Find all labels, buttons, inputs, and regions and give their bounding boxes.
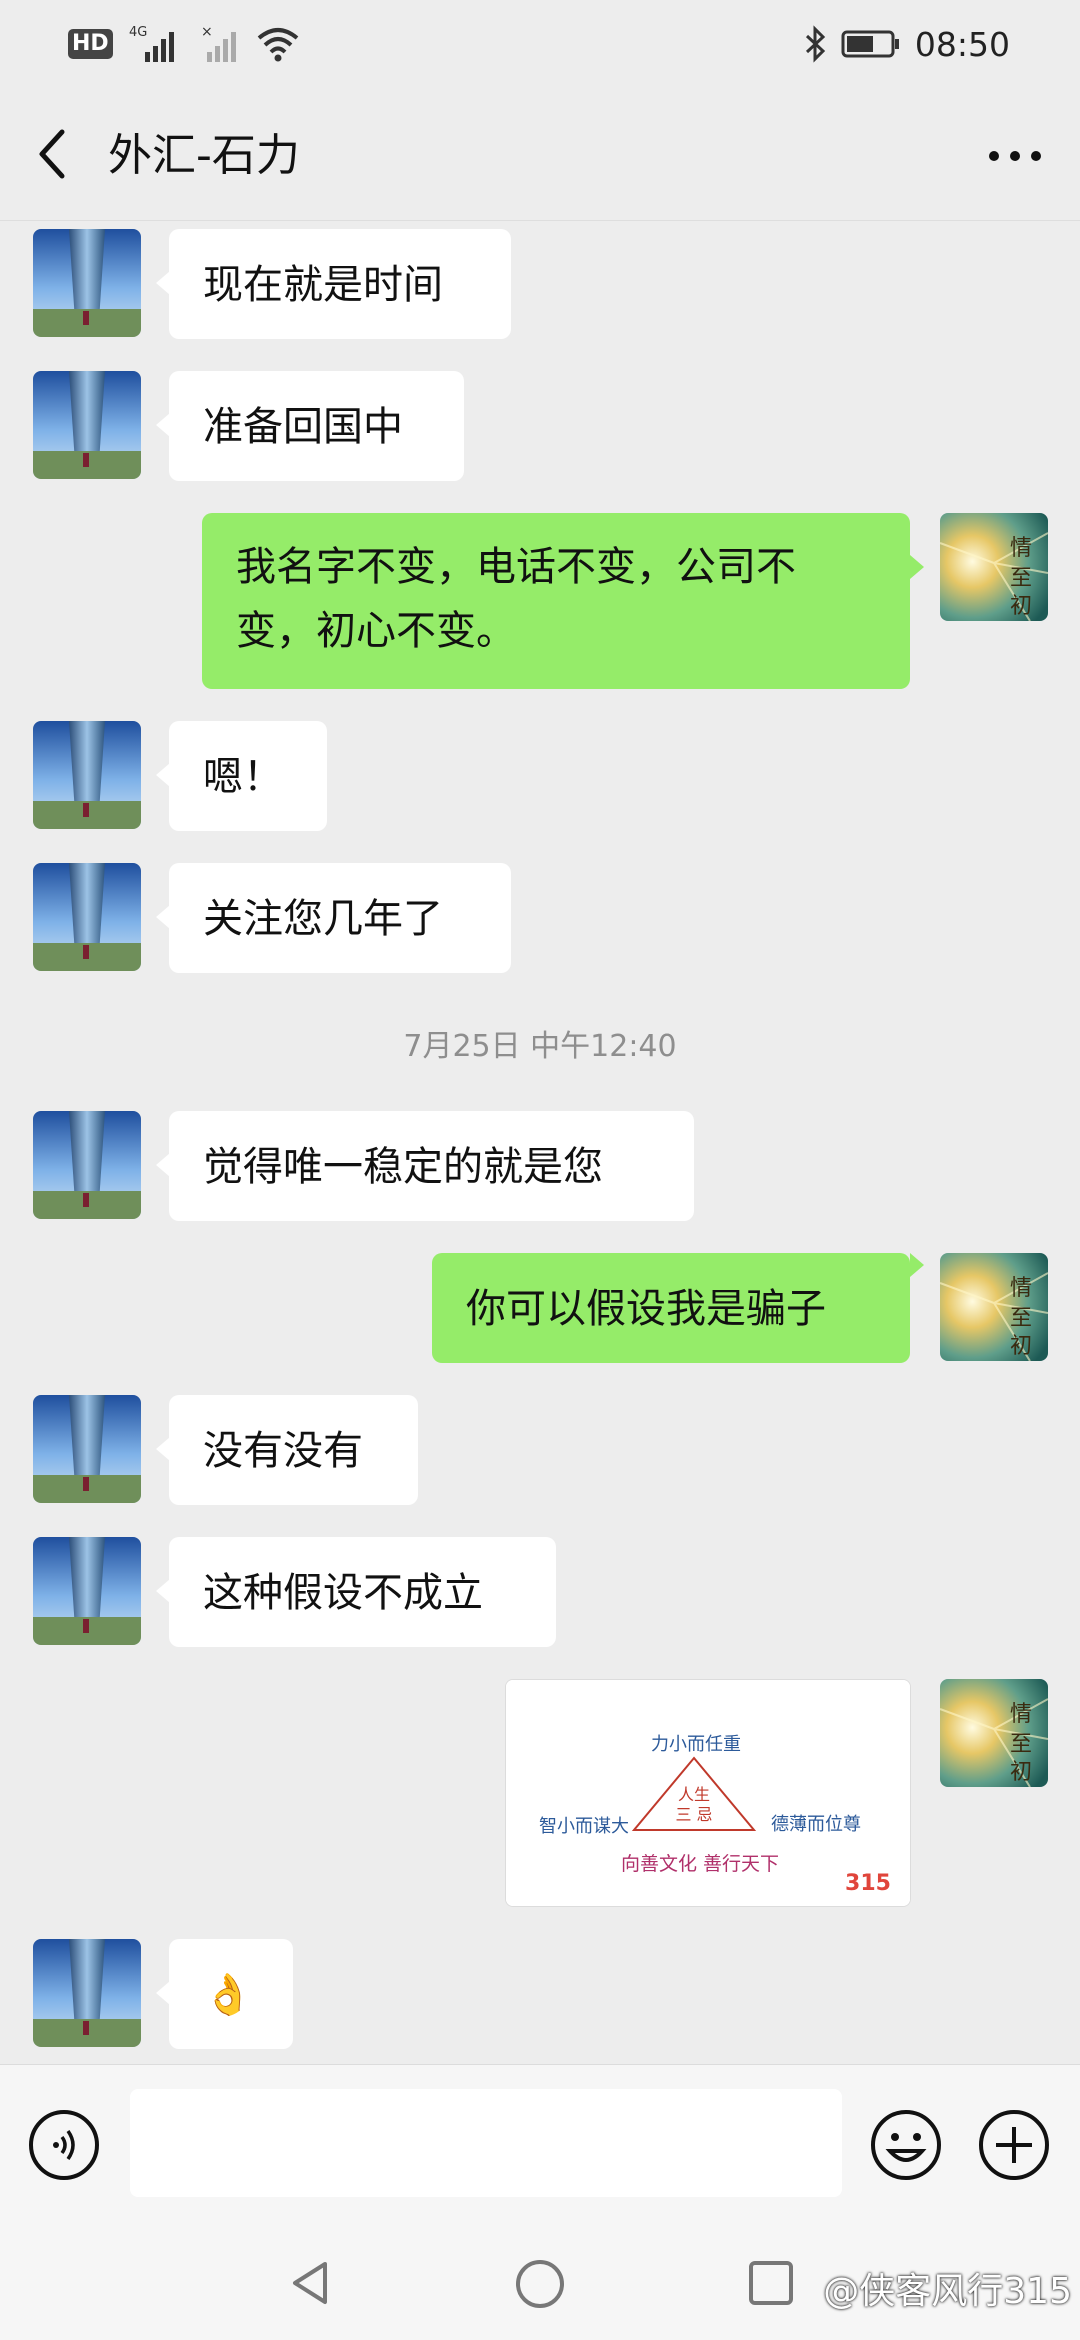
message-text: 变，初心不变。 <box>236 608 516 654</box>
system-home-icon[interactable] <box>514 2258 566 2310</box>
svg-text:至: 至 <box>1010 566 1032 591</box>
image-badge-315: 315 <box>845 1871 891 1896</box>
message-text: 关注您几年了 <box>203 896 443 942</box>
message-bubble-self[interactable]: 我名字不变，电话不变，公司不 变，初心不变。 <box>202 513 910 689</box>
contact-avatar[interactable] <box>33 1537 141 1645</box>
contact-avatar[interactable] <box>33 1395 141 1503</box>
system-navigation-bar: @侠客风行315 <box>0 2226 1080 2340</box>
svg-text:情: 情 <box>1010 536 1032 561</box>
self-avatar[interactable]: 情 至 初 <box>940 1253 1048 1361</box>
contact-avatar[interactable] <box>33 863 141 971</box>
status-time: 08:50 <box>914 24 1010 64</box>
signal-4g-icon: 4G <box>129 25 174 62</box>
image-text-left: 智小而谋大 <box>539 1816 629 1837</box>
svg-text:×: × <box>201 24 213 40</box>
message-text: 现在就是时间 <box>203 262 443 308</box>
image-text-center2: 三 忌 <box>675 1805 712 1824</box>
chat-title: 外汇-石力 <box>108 130 300 181</box>
voice-input-icon[interactable] <box>28 2109 100 2181</box>
message-text: 觉得唯一稳定的就是您 <box>203 1144 603 1190</box>
svg-text:初: 初 <box>1010 1334 1032 1359</box>
message-text: 你可以假设我是骗子 <box>466 1286 826 1332</box>
message-bubble[interactable]: 这种假设不成立 <box>169 1537 556 1647</box>
chat-input-bar <box>0 2064 1080 2227</box>
image-text-top: 力小而任重 <box>651 1734 741 1755</box>
watermark: @侠客风行315 <box>823 2271 1072 2312</box>
ok-hand-emoji: 👌 <box>203 1972 253 2018</box>
message-input[interactable] <box>130 2089 842 2197</box>
contact-avatar[interactable] <box>33 1939 141 2047</box>
message-list[interactable]: 现在就是时间 准备回国中 我名字不变，电话不变，公司不 变，初心不变。 情 至 … <box>0 221 1080 2063</box>
system-back-icon[interactable] <box>285 2258 335 2308</box>
contact-avatar[interactable] <box>33 1111 141 1219</box>
message-bubble[interactable]: 准备回国中 <box>169 371 464 481</box>
message-text: 这种假设不成立 <box>203 1570 483 1616</box>
svg-text:初: 初 <box>1010 1760 1032 1785</box>
emoji-icon[interactable] <box>870 2109 942 2181</box>
add-more-icon[interactable] <box>978 2109 1050 2181</box>
system-recents-icon[interactable] <box>746 2258 796 2308</box>
image-text-bottom: 向善文化 善行天下 <box>621 1853 779 1875</box>
message-text: 我名字不变，电话不变，公司不 <box>236 544 796 590</box>
wifi-icon <box>257 28 298 62</box>
self-avatar[interactable]: 情 至 初 <box>940 1679 1048 1787</box>
battery-icon <box>841 30 899 58</box>
message-bubble[interactable]: 觉得唯一稳定的就是您 <box>169 1111 694 1221</box>
image-text-center1: 人生 <box>678 1785 710 1804</box>
contact-avatar[interactable] <box>33 229 141 337</box>
message-bubble[interactable]: 👌 <box>169 1939 293 2049</box>
chat-header: 外汇-石力 <box>0 90 1080 221</box>
hd-indicator: HD <box>68 29 113 59</box>
signal-empty-icon: × <box>201 24 236 62</box>
bluetooth-icon <box>805 25 826 63</box>
message-bubble[interactable]: 现在就是时间 <box>169 229 511 339</box>
message-bubble[interactable]: 嗯！ <box>169 721 327 831</box>
svg-text:情: 情 <box>1010 1702 1032 1727</box>
message-bubble-self[interactable]: 你可以假设我是骗子 <box>432 1253 910 1363</box>
network-label: 4G <box>129 25 147 40</box>
message-bubble[interactable]: 关注您几年了 <box>169 863 511 973</box>
message-timestamp: 7月25日 中午12:40 <box>403 1029 677 1064</box>
svg-text:情: 情 <box>1010 1276 1032 1301</box>
svg-text:至: 至 <box>1010 1306 1032 1331</box>
image-card-graphic: 力小而任重 人生 三 忌 智小而谋大 德薄而位尊 向善文化 善行天下 315 <box>506 1680 910 1906</box>
svg-text:至: 至 <box>1010 1732 1032 1757</box>
image-text-right: 德薄而位尊 <box>771 1814 861 1835</box>
message-bubble[interactable]: 没有没有 <box>169 1395 418 1505</box>
message-text: 没有没有 <box>203 1428 363 1474</box>
image-message[interactable]: 力小而任重 人生 三 忌 智小而谋大 德薄而位尊 向善文化 善行天下 315 <box>505 1679 911 1907</box>
contact-avatar[interactable] <box>33 371 141 479</box>
status-bar: HD 4G × 08:50 <box>0 0 1080 90</box>
message-text: 准备回国中 <box>203 404 403 450</box>
svg-text:初: 初 <box>1010 594 1032 619</box>
more-options-icon[interactable] <box>980 128 1050 184</box>
message-text: 嗯！ <box>203 754 283 800</box>
contact-avatar[interactable] <box>33 721 141 829</box>
self-avatar[interactable]: 情 至 初 <box>940 513 1048 621</box>
back-arrow-icon[interactable] <box>30 124 78 184</box>
